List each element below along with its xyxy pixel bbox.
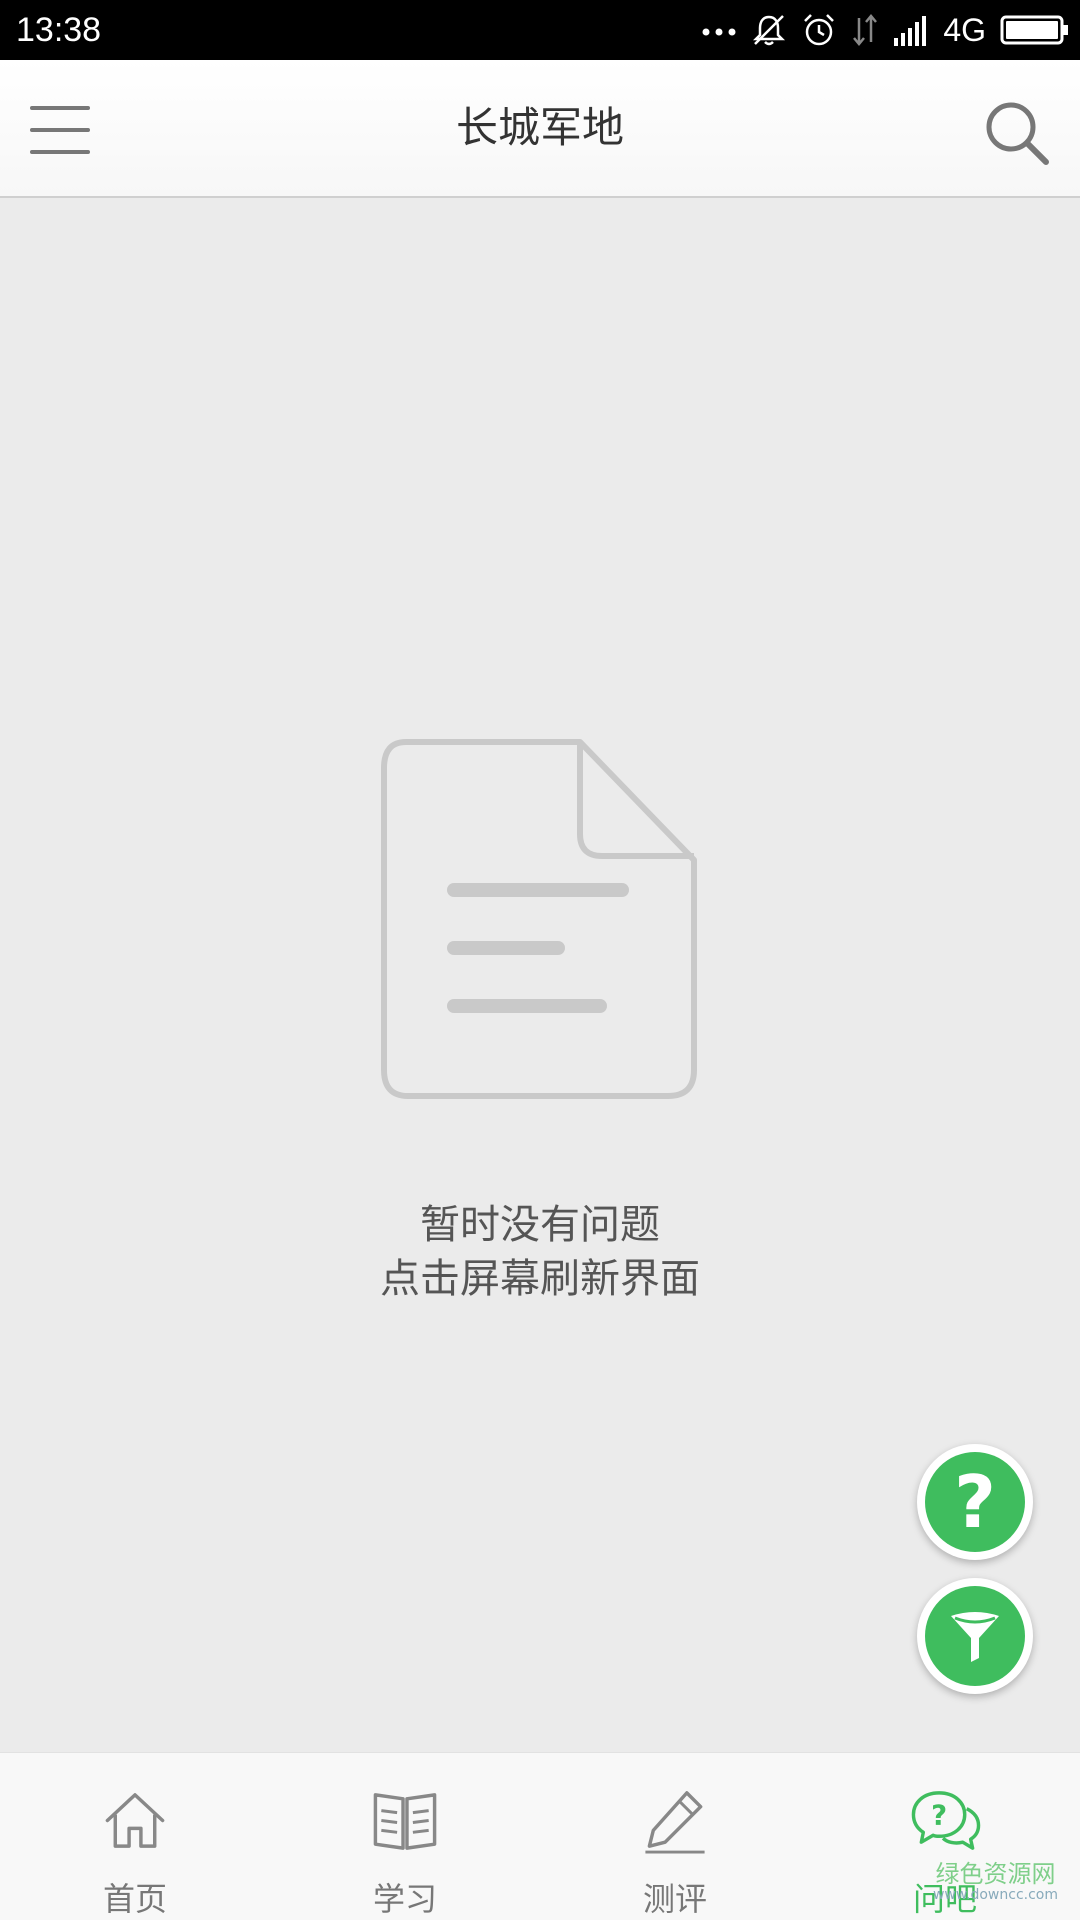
page-title: 长城军地 <box>455 103 624 152</box>
document-icon <box>381 739 697 1099</box>
nav-item-assessment[interactable]: 测评 <box>540 1753 810 1920</box>
empty-message-line2: 点击屏幕刷新界面 <box>380 1256 700 1302</box>
empty-message: 暂时没有问题 点击屏幕刷新界面 <box>0 1198 1080 1306</box>
filter-button[interactable] <box>917 1578 1033 1694</box>
filter-icon <box>951 1612 999 1662</box>
status-icons: 4G <box>701 0 1070 60</box>
nav-item-home[interactable]: 首页 <box>0 1753 270 1920</box>
bottom-nav: 首页 学习 测评 ? 问吧 <box>0 1752 1080 1920</box>
pencil-icon <box>645 1791 705 1854</box>
ask-question-button-circle: ? <box>925 1452 1025 1552</box>
question-mark-icon: ? <box>954 1460 996 1544</box>
search-button[interactable] <box>982 98 1052 168</box>
empty-state-refresh-area[interactable]: 暂时没有问题 点击屏幕刷新界面 <box>0 200 1080 1750</box>
search-icon <box>986 102 1049 165</box>
nav-label: 首页 <box>102 1880 167 1918</box>
signal-icon <box>894 16 927 46</box>
mute-icon <box>753 15 786 46</box>
chat-question-icon: ? <box>911 1791 981 1850</box>
network-type: 4G <box>943 12 986 48</box>
empty-message-line1: 暂时没有问题 <box>420 1202 660 1248</box>
home-icon <box>105 1793 165 1848</box>
more-dots-icon <box>702 28 736 36</box>
status-bar: 13:38 4G <box>0 0 1080 60</box>
app-bar: 长城军地 <box>0 60 1080 198</box>
nav-item-study[interactable]: 学习 <box>270 1753 540 1920</box>
book-icon <box>373 1793 437 1850</box>
nav-label: 学习 <box>372 1880 437 1918</box>
filter-button-circle <box>925 1586 1025 1686</box>
alarm-icon <box>804 14 835 46</box>
watermark-main: 绿色资源网 <box>935 1860 1056 1888</box>
data-arrows-icon <box>853 14 878 46</box>
ask-question-button[interactable]: ? <box>917 1444 1033 1560</box>
nav-label: 测评 <box>642 1880 707 1918</box>
watermark-sub: www.downcc.com <box>932 1887 1058 1903</box>
battery-icon <box>1000 15 1068 45</box>
svg-text:?: ? <box>931 1798 947 1831</box>
watermark: 绿色资源网 www.downcc.com <box>933 1862 1058 1902</box>
status-time: 13:38 <box>16 11 102 49</box>
